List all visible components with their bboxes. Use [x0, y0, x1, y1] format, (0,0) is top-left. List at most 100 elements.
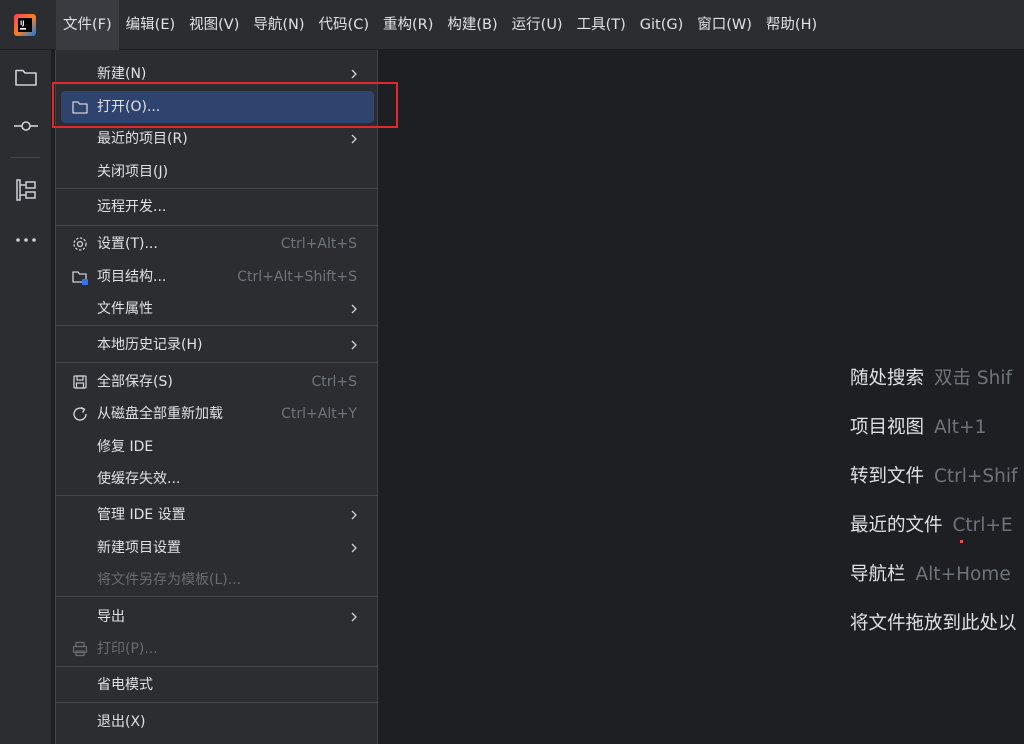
- tool-strip-separator: [10, 157, 40, 158]
- file-menu-item-3[interactable]: 关闭项目(J): [61, 156, 374, 188]
- menu-item-shortcut: Ctrl+Alt+S: [280, 236, 357, 252]
- chevron-right-icon: [351, 69, 357, 79]
- menu-separator: [56, 495, 377, 496]
- menu-item-shortcut: Ctrl+S: [311, 374, 357, 390]
- chevron-right-icon: [351, 510, 357, 520]
- menu-item-label: 设置(T)...: [97, 236, 158, 252]
- menu-separator: [56, 596, 377, 597]
- menu-item-label: 远程开发...: [97, 199, 167, 215]
- menu-item-label: 管理 IDE 设置: [97, 507, 186, 523]
- file-menu-item-18[interactable]: 省电模式: [61, 669, 374, 701]
- menu-5[interactable]: 重构(R): [376, 0, 440, 50]
- hint-label: 转到文件: [850, 466, 925, 487]
- file-menu-item-17: 打印(P)...: [61, 633, 374, 665]
- menu-separator: [56, 666, 377, 667]
- gear-icon: [73, 237, 87, 251]
- hint-shortcut: Ctrl+Shif: [934, 466, 1018, 487]
- hint-row: 最近的文件 Ctrl+E: [850, 512, 1018, 561]
- menu-6[interactable]: 构建(B): [440, 0, 504, 50]
- file-menu-item-10[interactable]: 从磁盘全部重新加载 Ctrl+Alt+Y: [61, 398, 374, 430]
- menu-item-label: 打印(P)...: [97, 641, 158, 657]
- commit-icon[interactable]: [13, 113, 39, 139]
- menu-3[interactable]: 导航(N): [246, 0, 311, 50]
- menu-item-label: 省电模式: [97, 677, 153, 693]
- hint-label: 导航栏: [850, 564, 906, 585]
- print-icon: [72, 641, 88, 657]
- spellcheck-mark: [960, 540, 963, 543]
- menu-9[interactable]: Git(G): [633, 0, 691, 50]
- menu-separator: [56, 225, 377, 226]
- menu-item-label: 本地历史记录(H): [97, 337, 203, 353]
- hint-row: 转到文件 Ctrl+Shif: [850, 463, 1018, 512]
- hint-row: 导航栏 Alt+Home: [850, 561, 1018, 610]
- menu-item-label: 关闭项目(J): [97, 164, 169, 180]
- highlight-annotation-box: [52, 82, 398, 128]
- menu-item-shortcut: Ctrl+Alt+Shift+S: [237, 269, 357, 285]
- chevron-right-icon: [351, 612, 357, 622]
- menu-8[interactable]: 工具(T): [570, 0, 633, 50]
- hint-label: 将文件拖放到此处以: [850, 613, 1017, 634]
- menu-item-label: 修复 IDE: [97, 439, 154, 455]
- main-menu: 文件(F) 编辑(E) 视图(V) 导航(N) 代码(C) 重构(R) 构建(B) 运行(U)…: [56, 0, 824, 50]
- menu-item-label: 将文件另存为模板(L)...: [97, 572, 242, 588]
- menu-item-label: 导出: [97, 609, 125, 625]
- menu-item-label: 全部保存(S): [97, 374, 173, 390]
- hint-shortcut: Alt+Home: [915, 564, 1011, 585]
- save-icon: [73, 375, 87, 389]
- menu-item-label: 文件属性: [97, 301, 153, 317]
- hint-row: 随处搜索 双击 Shif: [850, 365, 1018, 414]
- file-menu-item-13[interactable]: 管理 IDE 设置: [61, 499, 374, 531]
- hint-label: 随处搜索: [850, 368, 925, 389]
- menu-4[interactable]: 代码(C): [312, 0, 376, 50]
- svg-text:IJ: IJ: [20, 20, 24, 27]
- file-menu-item-5[interactable]: 设置(T)... Ctrl+Alt+S: [61, 228, 374, 260]
- menu-1[interactable]: 编辑(E): [119, 0, 182, 50]
- tool-window-strip: [0, 50, 52, 744]
- menu-item-label: 项目结构...: [97, 269, 167, 285]
- menu-item-label: 使缓存失效...: [97, 471, 181, 487]
- chevron-right-icon: [351, 134, 357, 144]
- menu-11[interactable]: 帮助(H): [759, 0, 824, 50]
- hint-row: 将文件拖放到此处以: [850, 610, 1018, 659]
- menu-separator: [56, 362, 377, 363]
- menu-separator: [56, 188, 377, 189]
- menu-item-shortcut: Ctrl+Alt+Y: [281, 406, 357, 422]
- hint-row: 项目视图 Alt+1: [850, 414, 1018, 463]
- file-menu-dropdown: 新建(N) 打开(O)... 最近的项目(R) 关闭项目(J) 远程开发... 设置(T)…: [55, 50, 378, 744]
- file-menu-item-8[interactable]: 本地历史记录(H): [61, 329, 374, 361]
- file-menu-item-6[interactable]: 项目结构... Ctrl+Alt+Shift+S: [61, 261, 374, 293]
- folder-icon[interactable]: [13, 64, 39, 90]
- chevron-right-icon: [351, 304, 357, 314]
- project-structure-icon: [72, 271, 88, 285]
- more-icon[interactable]: [13, 227, 39, 253]
- chevron-right-icon: [351, 340, 357, 350]
- menu-7[interactable]: 运行(U): [505, 0, 570, 50]
- file-menu-item-19[interactable]: 退出(X): [61, 706, 374, 738]
- hint-label: 项目视图: [850, 417, 925, 438]
- menu-item-label: 从磁盘全部重新加载: [97, 406, 223, 422]
- chevron-right-icon: [351, 543, 357, 553]
- menu-bar: IJ 文件(F) 编辑(E) 视图(V) 导航(N) 代码(C) 重构(R) 构建(B) 运行…: [0, 0, 1024, 50]
- file-menu-item-11[interactable]: 修复 IDE: [61, 431, 374, 463]
- file-menu-item-16[interactable]: 导出: [61, 601, 374, 633]
- file-menu-item-14[interactable]: 新建项目设置: [61, 532, 374, 564]
- menu-separator: [56, 325, 377, 326]
- file-menu-item-4[interactable]: 远程开发...: [61, 191, 374, 223]
- file-menu-item-12[interactable]: 使缓存失效...: [61, 463, 374, 495]
- file-menu-item-9[interactable]: 全部保存(S) Ctrl+S: [61, 366, 374, 398]
- menu-10[interactable]: 窗口(W): [690, 0, 759, 50]
- menu-0[interactable]: 文件(F): [56, 0, 119, 50]
- hint-shortcut: Alt+1: [934, 417, 987, 438]
- menu-2[interactable]: 视图(V): [182, 0, 246, 50]
- empty-editor-hints: 随处搜索 双击 Shif 项目视图 Alt+1 转到文件 Ctrl+Shif 最近的文件 Ct…: [850, 365, 1018, 659]
- hint-shortcut: 双击 Shif: [934, 368, 1013, 389]
- menu-item-label: 新建项目设置: [97, 540, 181, 556]
- structure-icon[interactable]: [13, 177, 39, 203]
- hint-label: 最近的文件: [850, 515, 943, 536]
- file-menu-item-15: 将文件另存为模板(L)...: [61, 564, 374, 596]
- jetbrains-app-logo-icon[interactable]: IJ: [14, 14, 36, 36]
- hint-shortcut: Ctrl+E: [952, 515, 1013, 536]
- file-menu-item-7[interactable]: 文件属性: [61, 293, 374, 325]
- reload-icon: [73, 406, 87, 421]
- menu-item-label: 退出(X): [97, 714, 146, 730]
